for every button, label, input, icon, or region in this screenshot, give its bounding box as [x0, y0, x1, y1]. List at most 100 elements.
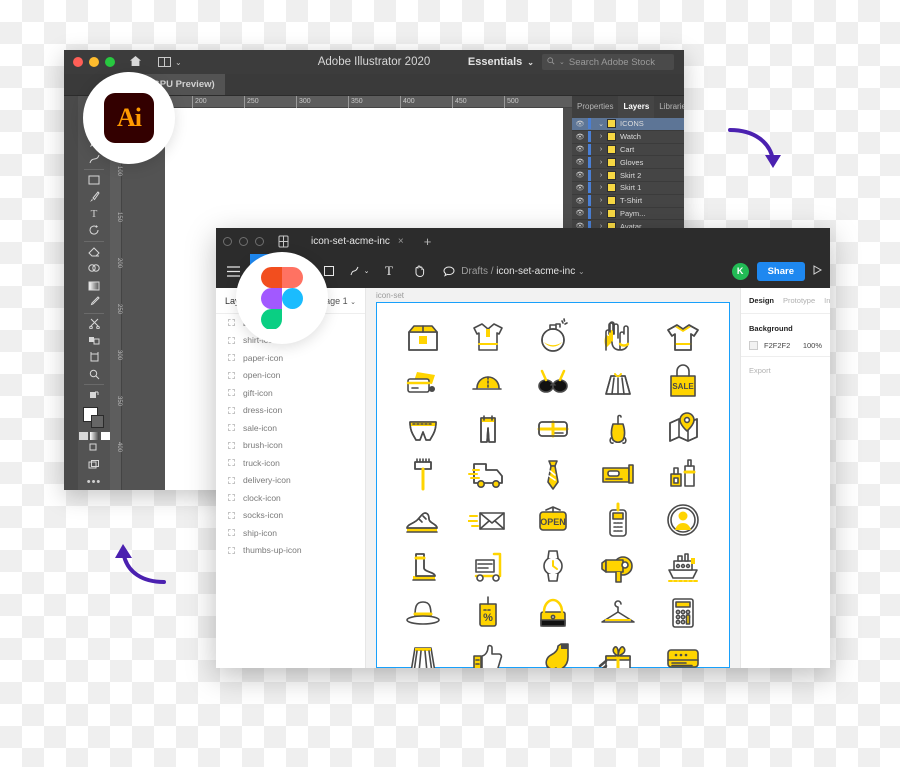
color-fill-icon[interactable]	[78, 431, 88, 440]
artboard-tool[interactable]	[82, 349, 106, 366]
none-fill-icon[interactable]	[100, 431, 110, 440]
price-tag-icon[interactable]: %	[468, 592, 508, 637]
skirt-2-icon[interactable]	[403, 638, 443, 668]
avatar[interactable]: K	[731, 262, 749, 280]
design-tab-design[interactable]: Design	[749, 296, 774, 305]
envelope-icon[interactable]	[467, 500, 508, 545]
gradient-tool[interactable]	[82, 277, 106, 294]
hand-tool[interactable]	[404, 254, 434, 288]
credit-card-icon[interactable]	[403, 362, 443, 407]
layer-row[interactable]: 👁 › Watch	[572, 130, 684, 144]
panel-tab-libraries[interactable]: Libraries	[654, 96, 684, 118]
chevron-right-icon[interactable]: ›	[595, 159, 607, 166]
background-opacity[interactable]: 100%	[803, 341, 822, 350]
breadcrumb-root[interactable]: Drafts	[461, 266, 488, 277]
tie-icon[interactable]	[533, 454, 573, 499]
sale-bag-icon[interactable]: SALE	[663, 362, 703, 407]
layer-row[interactable]: 👁 › Skirt 1	[572, 181, 684, 195]
comment-tool[interactable]	[434, 254, 464, 288]
icon-set-frame[interactable]: SALE OPEN%	[376, 302, 730, 668]
hairdryer-icon[interactable]	[598, 546, 638, 591]
background-row[interactable]: F2F2F2 100%	[749, 341, 822, 350]
play-icon[interactable]	[813, 264, 823, 278]
minimize-button[interactable]	[239, 236, 248, 246]
background-hex[interactable]: F2F2F2	[764, 341, 790, 350]
figma-layer-row[interactable]: open-icon	[216, 367, 365, 385]
more-tools[interactable]: •••	[82, 473, 106, 490]
watch-icon[interactable]	[533, 546, 573, 591]
design-tab-prototype[interactable]: Prototype	[783, 296, 815, 305]
figma-canvas[interactable]: icon-set SALE OPEN%	[366, 288, 740, 668]
type-tool[interactable]: T	[82, 205, 106, 222]
close-icon[interactable]: ×	[398, 236, 404, 247]
paintbrush-tool[interactable]	[82, 189, 106, 206]
workspace-switcher[interactable]: Essentials ⌄	[468, 56, 534, 68]
layers-panel[interactable]: 👁 ⌄ ICONS 👁 › Watch 👁 › Cart 👁 › Gloves 👁 › Skirt 2 👁 › S…	[572, 118, 684, 246]
sunglasses-icon[interactable]	[533, 362, 573, 407]
fill-stroke-swatch[interactable]	[83, 407, 105, 429]
eye-icon[interactable]: 👁	[572, 209, 588, 217]
layer-row[interactable]: 👁 › Paym...	[572, 207, 684, 221]
design-panel-tabs[interactable]: Design Prototype Inspect	[741, 288, 830, 314]
breadcrumb-file[interactable]: icon-set-acme-inc	[496, 266, 575, 277]
panel-tab-properties[interactable]: Properties	[572, 96, 618, 118]
gloves-icon[interactable]	[598, 316, 638, 361]
figma-layer-row[interactable]: ship-icon	[216, 524, 365, 542]
skirt-icon[interactable]	[598, 362, 638, 407]
adobe-stock-search[interactable]: ⌄ Search Adobe Stock	[542, 54, 674, 70]
eye-icon[interactable]: 👁	[572, 120, 588, 128]
truck-icon[interactable]	[468, 454, 508, 499]
pants-icon[interactable]	[468, 408, 508, 453]
gradient-fill-icon[interactable]	[89, 431, 99, 440]
gift-icon[interactable]	[598, 638, 638, 668]
pen-tool[interactable]: ⌄	[344, 254, 374, 288]
pos-terminal-icon[interactable]	[598, 500, 638, 545]
chevron-right-icon[interactable]: ›	[595, 133, 607, 140]
panel-tab-layers[interactable]: Layers	[618, 96, 655, 118]
figma-layer-row[interactable]: sale-icon	[216, 419, 365, 437]
box-icon[interactable]	[403, 316, 443, 361]
figma-layer-row[interactable]: gift-icon	[216, 384, 365, 402]
design-tab-inspect[interactable]: Inspect	[824, 296, 830, 305]
boot-icon[interactable]	[403, 546, 443, 591]
chevron-right-icon[interactable]: ›	[595, 172, 607, 179]
blend-tool[interactable]	[82, 332, 106, 349]
figma-layer-row[interactable]: paper-icon	[216, 349, 365, 367]
zoom-button[interactable]	[255, 236, 264, 246]
hat-icon[interactable]	[403, 592, 443, 637]
thumbs-up-icon[interactable]	[468, 638, 508, 668]
sewing-machine-icon[interactable]	[598, 454, 638, 499]
calculator-icon[interactable]	[663, 592, 703, 637]
eye-icon[interactable]: 👁	[572, 145, 588, 153]
polo-shirt-icon[interactable]	[468, 316, 508, 361]
hanger-icon[interactable]	[598, 592, 638, 637]
eye-icon[interactable]: 👁	[572, 171, 588, 179]
change-screen-mode-icon[interactable]	[82, 457, 106, 474]
map-pin-icon[interactable]	[663, 408, 703, 453]
layer-row[interactable]: 👁 › Cart	[572, 143, 684, 157]
figma-layer-row[interactable]: thumbs-up-icon	[216, 542, 365, 560]
chevron-down-icon[interactable]: ⌄	[595, 120, 607, 128]
figma-layers-panel[interactable]: Layers Page 1 ⌄ box-iconshirt-iconpaper-…	[216, 288, 366, 668]
avatar-icon[interactable]	[663, 500, 703, 545]
rotate-tool[interactable]	[82, 222, 106, 239]
brush-icon[interactable]	[403, 454, 443, 499]
hand-cart-icon[interactable]	[468, 546, 508, 591]
chevron-right-icon[interactable]: ›	[595, 210, 607, 217]
eyedropper-tool[interactable]	[82, 294, 106, 311]
chevron-down-icon[interactable]: ⌄	[578, 267, 585, 276]
scissors-tool[interactable]	[82, 316, 106, 333]
chevron-right-icon[interactable]: ›	[595, 146, 607, 153]
layer-row[interactable]: 👁 › Skirt 2	[572, 169, 684, 182]
frame-label[interactable]: icon-set	[376, 291, 404, 300]
rectangle-tool[interactable]	[82, 172, 106, 189]
figma-layer-row[interactable]: socks-icon	[216, 507, 365, 525]
perfume-icon[interactable]	[533, 316, 573, 361]
figma-layer-row[interactable]: truck-icon	[216, 454, 365, 472]
cosmetics-icon[interactable]	[663, 454, 703, 499]
tshirt-icon[interactable]	[663, 316, 703, 361]
zoom-tool[interactable]	[82, 366, 106, 383]
screen-mode-icon[interactable]	[82, 387, 106, 404]
chevron-right-icon[interactable]: ›	[595, 197, 607, 204]
share-button[interactable]: Share	[756, 261, 805, 281]
